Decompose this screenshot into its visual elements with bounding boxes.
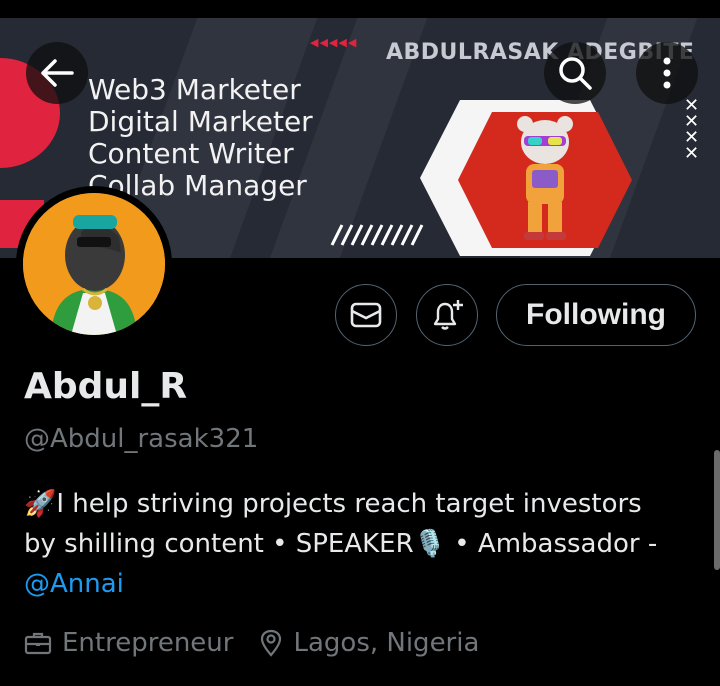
location-item: Lagos, Nigeria <box>259 628 479 658</box>
following-button[interactable]: Following <box>496 284 696 346</box>
profile-meta: Entrepreneur Lagos, Nigeria <box>24 628 505 658</box>
search-button[interactable] <box>544 42 606 104</box>
envelope-icon <box>350 302 382 328</box>
user-handle: @Abdul_rasak321 <box>24 424 259 454</box>
microphone-emoji: 🎙️ <box>413 529 447 559</box>
banner-roles: Web3 Marketer Digital Marketer Content W… <box>88 74 313 202</box>
bio-mention-link[interactable]: @Annai <box>24 569 124 599</box>
back-button[interactable] <box>26 42 88 104</box>
location-text: Lagos, Nigeria <box>293 628 480 658</box>
search-icon <box>559 57 592 90</box>
avatar-illustration <box>23 193 165 335</box>
bio-text: by shilling content • SPEAKER <box>24 529 414 559</box>
banner-hatch-lines <box>330 224 424 246</box>
profession-text: Entrepreneur <box>62 628 234 658</box>
bio-text: I help striving projects reach target in… <box>56 489 642 519</box>
display-name: Abdul_R <box>24 366 188 407</box>
scrollbar-thumb[interactable] <box>714 450 720 570</box>
avatar-image <box>23 193 165 335</box>
banner-nft-artwork <box>420 100 632 256</box>
profession-item: Entrepreneur <box>24 628 233 658</box>
rocket-emoji: 🚀 <box>24 489 57 519</box>
bio-line: by shilling content • SPEAKER🎙️ • Ambass… <box>24 524 704 564</box>
briefcase-icon <box>24 632 52 655</box>
notifications-button[interactable] <box>416 284 478 346</box>
banner-x-marks: ✕ ✕ ✕ ✕ <box>684 95 700 164</box>
bio-line: @Annai <box>24 564 704 604</box>
banner-role: Web3 Marketer <box>88 73 301 106</box>
banner-role: Content Writer <box>88 137 294 170</box>
location-pin-icon <box>261 629 282 657</box>
banner-arrows: ◀◀◀◀◀ <box>310 36 358 49</box>
profile-bio: 🚀I help striving projects reach target i… <box>24 484 704 604</box>
avatar[interactable] <box>16 186 172 342</box>
bio-text: • Ambassador - <box>446 529 658 559</box>
arrow-left-icon <box>41 59 74 87</box>
more-vertical-icon <box>663 57 671 89</box>
bio-line: 🚀I help striving projects reach target i… <box>24 484 704 524</box>
message-button[interactable] <box>335 284 397 346</box>
banner-role: Digital Marketer <box>88 105 313 138</box>
bell-plus-icon <box>433 300 463 330</box>
more-options-button[interactable] <box>636 42 698 104</box>
